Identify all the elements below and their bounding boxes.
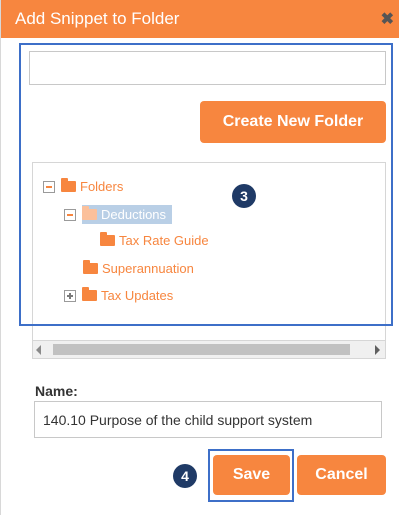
horizontal-scrollbar[interactable] (32, 340, 386, 359)
scroll-right-arrow-icon[interactable] (375, 345, 380, 355)
add-snippet-dialog: Add Snippet to Folder ✖ Create New Folde… (0, 0, 399, 515)
scrollbar-thumb[interactable] (53, 344, 350, 355)
name-label: Name: (35, 383, 78, 399)
save-button[interactable]: Save (213, 455, 290, 495)
step-badge-3: 3 (232, 184, 256, 208)
close-icon[interactable]: ✖ (381, 9, 394, 29)
dialog-titlebar: Add Snippet to Folder ✖ (1, 0, 399, 38)
step-badge-4: 4 (173, 464, 197, 488)
dialog-title: Add Snippet to Folder (15, 9, 180, 28)
cancel-button[interactable]: Cancel (297, 455, 386, 495)
name-input[interactable] (34, 401, 382, 438)
scroll-left-arrow-icon[interactable] (36, 345, 41, 355)
annotation-highlight-tree (19, 43, 393, 326)
